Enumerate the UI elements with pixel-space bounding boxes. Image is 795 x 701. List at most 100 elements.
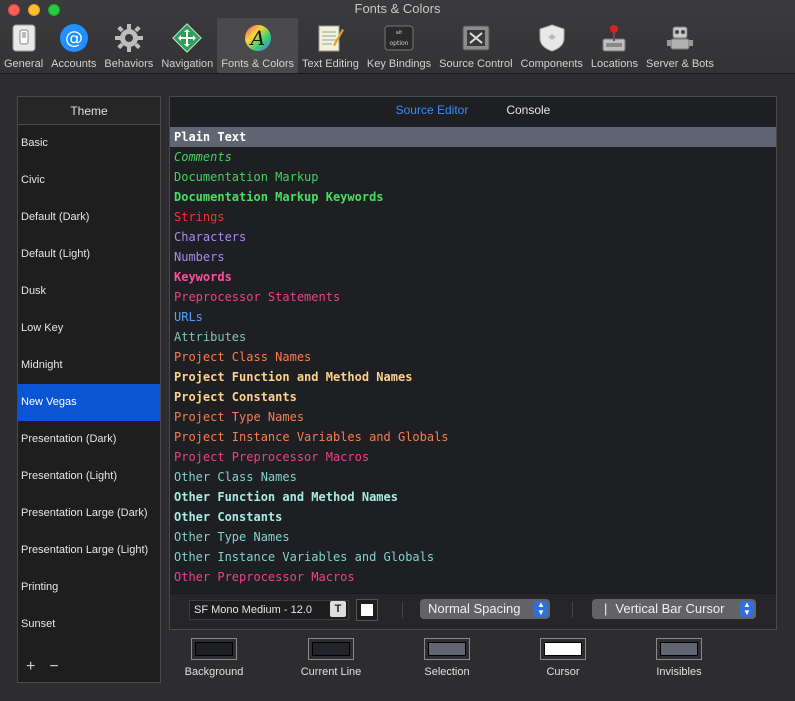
- syntax-item[interactable]: Project Function and Method Names: [170, 367, 776, 387]
- syntax-item[interactable]: Strings: [170, 207, 776, 227]
- color-well[interactable]: [424, 638, 470, 660]
- font-field[interactable]: SF Mono Medium - 12.0: [189, 600, 349, 620]
- theme-item[interactable]: Presentation Large (Light): [18, 532, 160, 569]
- syntax-item[interactable]: Project Constants: [170, 387, 776, 407]
- tab-components-label: Components: [520, 58, 583, 70]
- source-control-icon: [459, 21, 493, 55]
- tab-behaviors[interactable]: Behaviors: [100, 18, 157, 73]
- theme-item[interactable]: Presentation (Dark): [18, 421, 160, 458]
- at-icon: @: [57, 21, 91, 55]
- tab-fonts-colors-label: Fonts & Colors: [221, 58, 295, 70]
- syntax-item[interactable]: Project Class Names: [170, 347, 776, 367]
- tab-key-bindings-label: Key Bindings: [366, 58, 432, 70]
- swatch-group: Selection: [402, 638, 492, 678]
- syntax-item[interactable]: Other Instance Variables and Globals: [170, 547, 776, 567]
- color-well-fill: [660, 642, 698, 656]
- theme-item[interactable]: Midnight: [18, 347, 160, 384]
- cursor-popup[interactable]: | Vertical Bar Cursor ▲ ▼: [592, 599, 756, 619]
- syntax-item[interactable]: Documentation Markup Keywords: [170, 187, 776, 207]
- tab-accounts-label: Accounts: [51, 58, 97, 70]
- tab-text-editing[interactable]: Text Editing: [298, 18, 363, 73]
- theme-item[interactable]: New Vegas: [18, 384, 160, 421]
- syntax-item[interactable]: Project Preprocessor Macros: [170, 447, 776, 467]
- tab-accounts[interactable]: @ Accounts: [47, 18, 100, 73]
- color-font-icon: A: [241, 21, 275, 55]
- syntax-item[interactable]: Project Type Names: [170, 407, 776, 427]
- tab-general-label: General: [4, 58, 44, 70]
- syntax-item[interactable]: Other Constants: [170, 507, 776, 527]
- theme-item[interactable]: Default (Dark): [18, 199, 160, 236]
- font-value: SF Mono Medium - 12.0: [194, 604, 312, 616]
- tab-source-control[interactable]: Source Control: [435, 18, 516, 73]
- svg-text:A: A: [248, 26, 264, 50]
- add-theme-button[interactable]: +: [26, 658, 35, 676]
- syntax-item[interactable]: Documentation Markup: [170, 167, 776, 187]
- swatch-label: Invisibles: [656, 666, 702, 678]
- tab-source-editor[interactable]: Source Editor: [396, 97, 469, 124]
- svg-text:alt: alt: [396, 30, 402, 36]
- tab-source-control-label: Source Control: [439, 58, 513, 70]
- tab-fonts-colors[interactable]: A Fonts & Colors: [217, 18, 299, 73]
- theme-item[interactable]: Dusk: [18, 273, 160, 310]
- spacing-value: Normal Spacing: [428, 601, 521, 616]
- swatch-label: Current Line: [300, 666, 362, 678]
- preferences-toolbar: General @ Accounts Behaviors Navigation: [0, 18, 718, 73]
- color-well[interactable]: [191, 638, 237, 660]
- spacing-popup[interactable]: Normal Spacing ▲ ▼: [420, 599, 550, 619]
- syntax-element-list: Plain Text Comments Documentation Markup Do…: [170, 127, 776, 587]
- color-well[interactable]: [308, 638, 354, 660]
- gear-icon: [112, 21, 146, 55]
- syntax-item[interactable]: Other Preprocessor Macros: [170, 567, 776, 587]
- theme-list: Basic Civic Default (Dark) Default (Light) D…: [18, 125, 160, 643]
- text-color-swatch: [361, 604, 373, 616]
- tab-locations[interactable]: Locations: [587, 18, 642, 73]
- editor-mode-tabs: Source Editor Console: [170, 97, 776, 124]
- text-color-button[interactable]: [356, 599, 378, 621]
- popup-arrows-icon: ▲ ▼: [740, 601, 754, 617]
- syntax-item[interactable]: Project Instance Variables and Globals: [170, 427, 776, 447]
- syntax-item[interactable]: Other Function and Method Names: [170, 487, 776, 507]
- theme-item[interactable]: Civic: [18, 162, 160, 199]
- syntax-item[interactable]: Attributes: [170, 327, 776, 347]
- syntax-item[interactable]: Comments: [170, 147, 776, 167]
- swatch-label: Selection: [424, 666, 470, 678]
- editor-colors-panel: Source Editor Console Plain Text Comments…: [169, 96, 777, 630]
- syntax-item[interactable]: URLs: [170, 307, 776, 327]
- tab-console[interactable]: Console: [506, 97, 550, 124]
- font-picker-button[interactable]: T: [330, 601, 346, 617]
- tab-key-bindings[interactable]: alt option Key Bindings: [363, 18, 435, 73]
- title-bar: Fonts & Colors General @ Accounts Behavi…: [0, 0, 795, 74]
- theme-header: Theme: [18, 97, 160, 125]
- theme-item[interactable]: Sunset: [18, 606, 160, 643]
- separator: [402, 602, 403, 618]
- tab-navigation[interactable]: Navigation: [157, 18, 217, 73]
- tab-locations-label: Locations: [590, 58, 638, 70]
- switch-icon: [7, 21, 41, 55]
- swatch-label: Cursor: [546, 666, 580, 678]
- syntax-item[interactable]: Plain Text: [170, 127, 776, 147]
- color-well[interactable]: [540, 638, 586, 660]
- color-well[interactable]: [656, 638, 702, 660]
- syntax-item[interactable]: Numbers: [170, 247, 776, 267]
- remove-theme-button[interactable]: −: [49, 658, 58, 676]
- theme-item[interactable]: Presentation Large (Dark): [18, 495, 160, 532]
- tab-navigation-label: Navigation: [161, 58, 214, 70]
- theme-item[interactable]: Presentation (Light): [18, 458, 160, 495]
- syntax-item[interactable]: Keywords: [170, 267, 776, 287]
- theme-item[interactable]: Default (Light): [18, 236, 160, 273]
- color-well-fill: [428, 642, 466, 656]
- theme-item[interactable]: Printing: [18, 569, 160, 606]
- theme-item[interactable]: Low Key: [18, 310, 160, 347]
- syntax-item[interactable]: Other Class Names: [170, 467, 776, 487]
- tab-server-bots[interactable]: Server & Bots: [642, 18, 718, 73]
- svg-text:option: option: [390, 40, 409, 47]
- syntax-item[interactable]: Preprocessor Statements: [170, 287, 776, 307]
- tab-components[interactable]: Components: [517, 18, 587, 73]
- syntax-item[interactable]: Other Type Names: [170, 527, 776, 547]
- theme-item[interactable]: Basic: [18, 125, 160, 162]
- tab-general[interactable]: General: [0, 18, 47, 73]
- option-key-icon: alt option: [382, 21, 416, 55]
- syntax-item[interactable]: Characters: [170, 227, 776, 247]
- font-bar: SF Mono Medium - 12.0 T Normal Spacing ▲…: [170, 593, 776, 629]
- theme-list-tools: + −: [26, 658, 59, 676]
